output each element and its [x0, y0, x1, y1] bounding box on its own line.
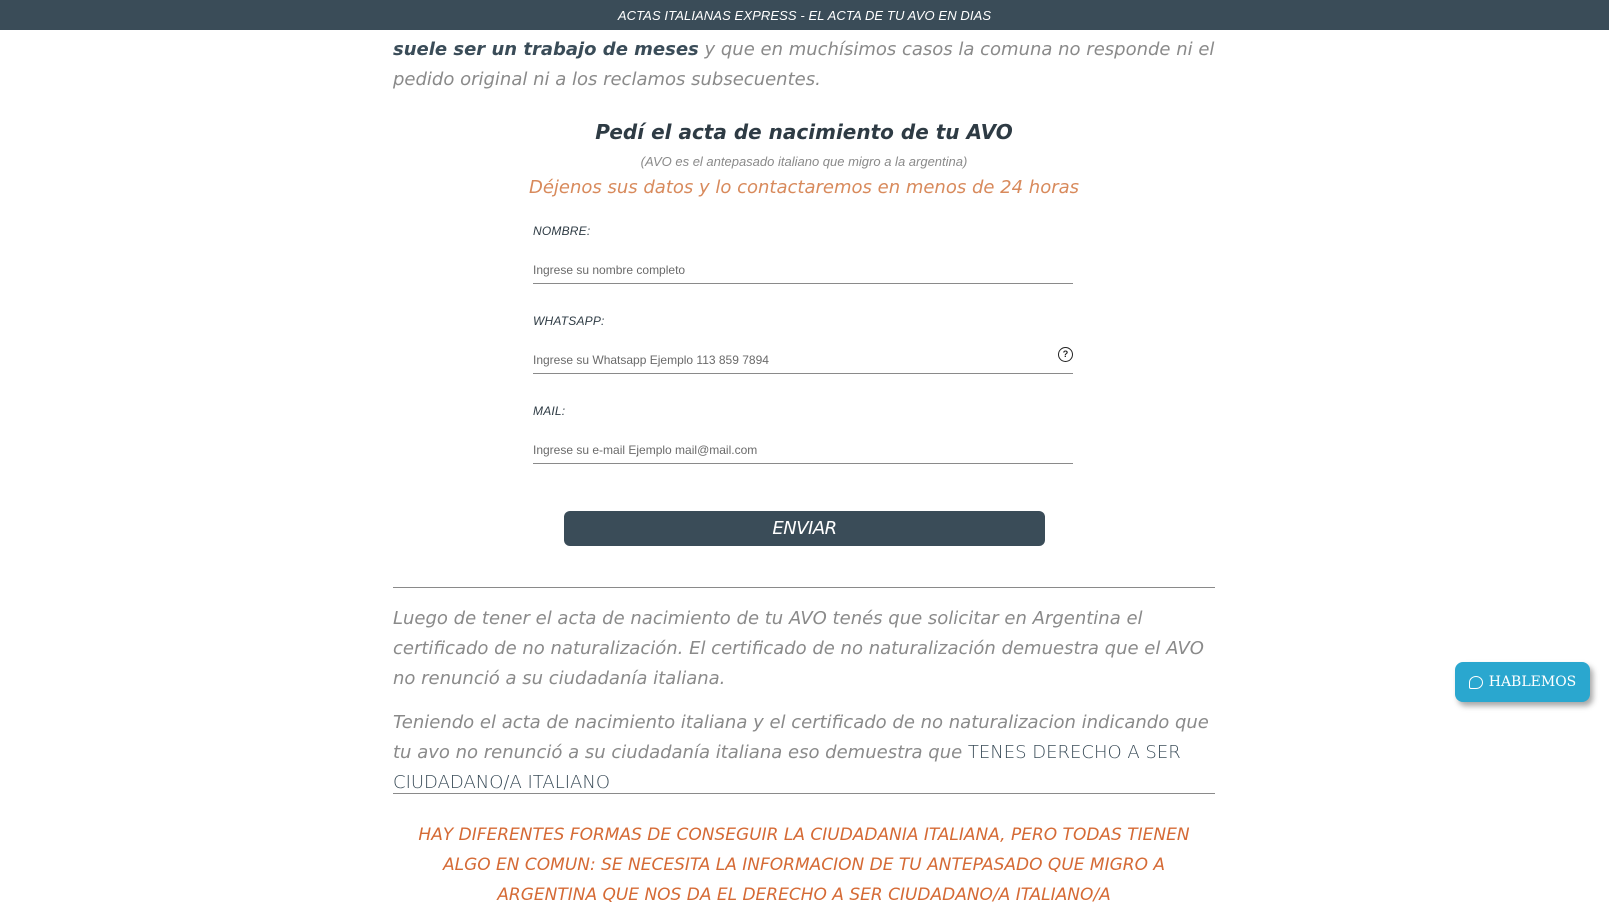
chat-button-label: HABLEMOS	[1488, 674, 1577, 690]
chat-bubble-icon	[1468, 675, 1483, 689]
whatsapp-input[interactable]	[533, 346, 1073, 374]
form-title: Pedí el acta de nacimiento de tu AVO	[595, 120, 1013, 144]
top-banner: ACTAS ITALIANAS EXPRESS - EL ACTA DE TU …	[0, 0, 1609, 30]
intro-bold-text: suele ser un trabajo de meses	[393, 39, 699, 60]
send-button[interactable]: ENVIAR	[564, 511, 1045, 546]
whatsapp-field: WHATSAPP: ?	[533, 314, 1073, 374]
divider-top	[393, 587, 1215, 588]
citizenship-headline: HAY DIFERENTES FORMAS DE CONSEGUIR LA CI…	[418, 825, 1190, 905]
mail-input[interactable]	[533, 436, 1073, 464]
whatsapp-label: WHATSAPP:	[533, 314, 605, 328]
divider-bottom	[393, 793, 1215, 794]
info-paragraph-1: Luego de tener el acta de nacimiento de …	[393, 608, 1204, 689]
name-field: NOMBRE:	[533, 224, 1073, 284]
intro-paragraph: suele ser un trabajo de meses y que en m…	[393, 35, 1215, 95]
mail-field: MAIL:	[533, 404, 1073, 464]
name-label: NOMBRE:	[533, 224, 591, 238]
top-banner-text: ACTAS ITALIANAS EXPRESS - EL ACTA DE TU …	[617, 7, 992, 23]
info-paragraph-2: Teniendo el acta de nacimiento italiana …	[393, 708, 1215, 798]
mail-label: MAIL:	[533, 404, 566, 418]
form-note: (AVO es el antepasado italiano que migro…	[640, 154, 968, 169]
name-input[interactable]	[533, 256, 1073, 284]
form-cta: Déjenos sus datos y lo contactaremos en …	[528, 177, 1080, 198]
help-icon[interactable]: ?	[1058, 347, 1073, 362]
chat-button[interactable]: HABLEMOS	[1455, 662, 1590, 702]
